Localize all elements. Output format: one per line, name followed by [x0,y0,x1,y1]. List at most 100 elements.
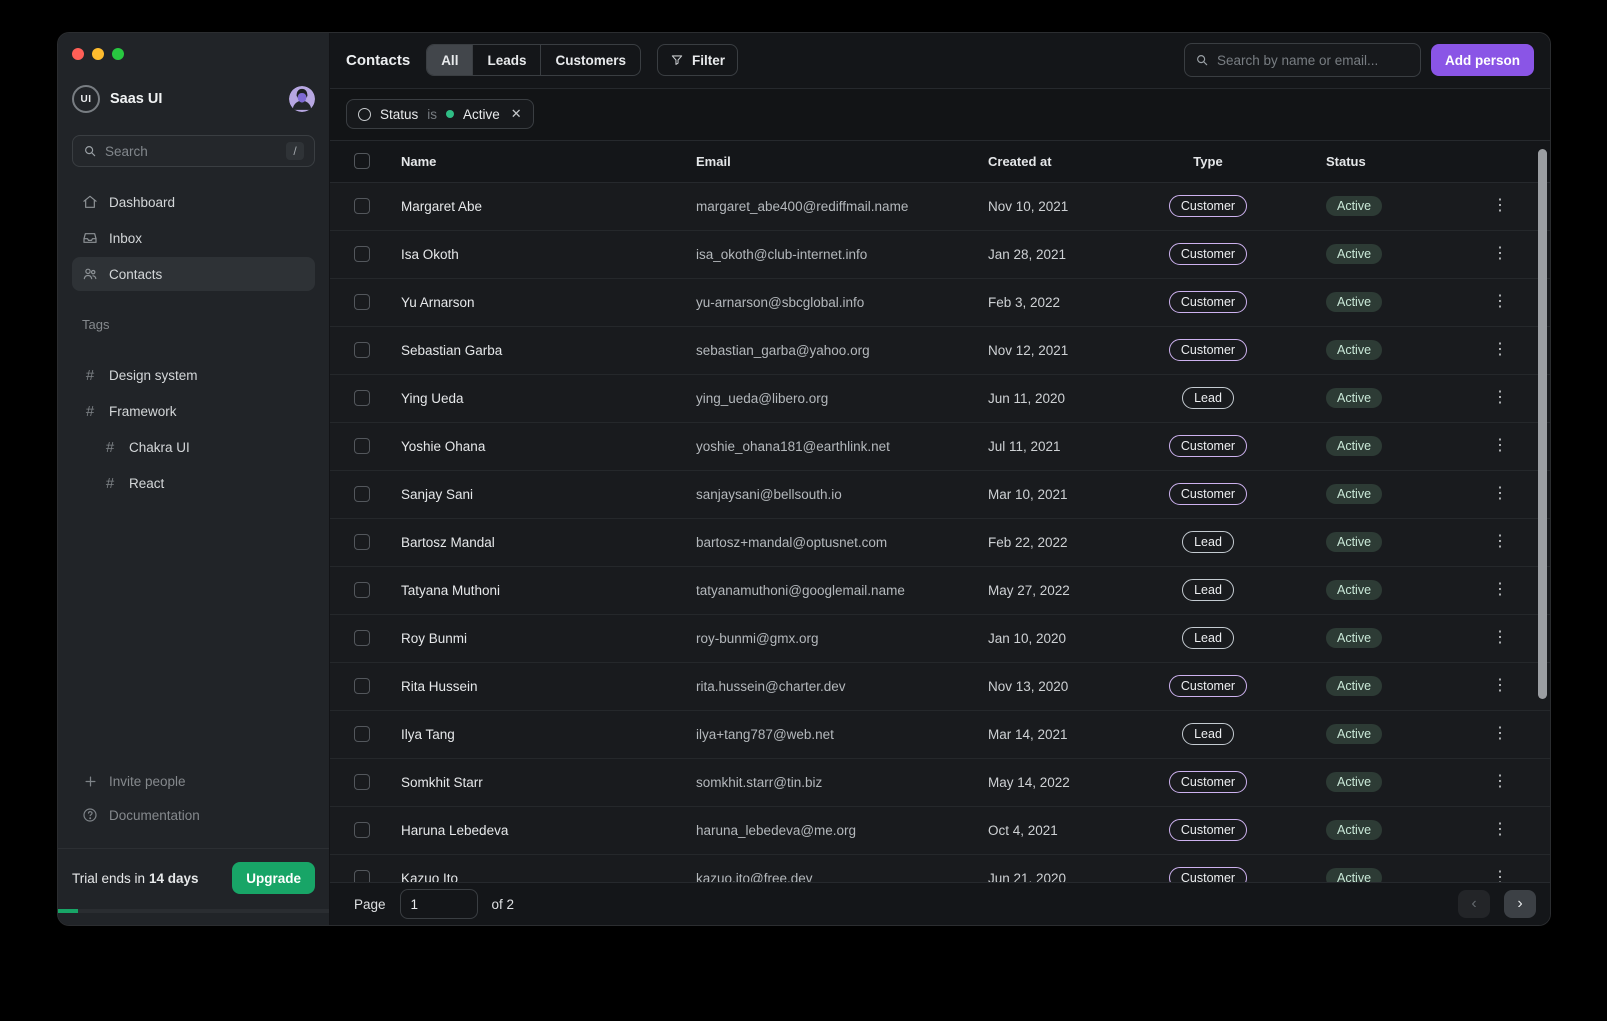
filter-button-label: Filter [692,53,725,68]
row-actions-kebab-icon[interactable]: ⋮ [1492,486,1508,502]
row-checkbox[interactable] [354,246,370,262]
tag-item-chakra-ui[interactable]: # Chakra UI [72,430,315,464]
row-checkbox[interactable] [354,342,370,358]
workspace-logo: UI [72,85,100,113]
table-row[interactable]: Ilya Tang ilya+tang787@web.net Mar 14, 2… [330,711,1550,759]
sidebar-item-dashboard[interactable]: Dashboard [72,185,315,219]
table-row[interactable]: Kazuo Ito kazuo.ito@free.dev Jun 21, 202… [330,855,1550,882]
column-header-created-at: Created at [988,154,1128,169]
row-actions-kebab-icon[interactable]: ⋮ [1492,390,1508,406]
row-actions-kebab-icon[interactable]: ⋮ [1492,198,1508,214]
previous-page-button[interactable]: ‹ [1458,890,1490,918]
column-header-type: Type [1193,154,1222,169]
row-actions-kebab-icon[interactable]: ⋮ [1492,630,1508,646]
table-row[interactable]: Tatyana Muthoni tatyanamuthoni@googlemai… [330,567,1550,615]
sidebar-item-contacts[interactable]: Contacts [72,257,315,291]
row-actions-kebab-icon[interactable]: ⋮ [1492,534,1508,550]
row-checkbox[interactable] [354,294,370,310]
status-badge: Active [1326,772,1382,792]
row-checkbox[interactable] [354,582,370,598]
trial-banner: Trial ends in 14 days Upgrade [72,849,315,907]
minimize-window-button[interactable] [92,48,104,60]
select-all-checkbox[interactable] [354,153,370,169]
row-actions-kebab-icon[interactable]: ⋮ [1492,870,1508,882]
row-checkbox[interactable] [354,870,370,882]
table-row[interactable]: Bartosz Mandal bartosz+mandal@optusnet.c… [330,519,1550,567]
contacts-search-input[interactable] [1217,53,1410,68]
upgrade-button[interactable]: Upgrade [232,862,315,894]
row-actions-kebab-icon[interactable]: ⋮ [1492,246,1508,262]
sidebar-item-inbox[interactable]: Inbox [72,221,315,255]
table-row[interactable]: Sanjay Sani sanjaysani@bellsouth.io Mar … [330,471,1550,519]
table-scrollbar-thumb[interactable] [1538,149,1547,699]
type-badge: Lead [1182,387,1234,409]
row-checkbox[interactable] [354,438,370,454]
table-row[interactable]: Margaret Abe margaret_abe400@rediffmail.… [330,183,1550,231]
trial-text: Trial ends in 14 days [72,871,199,886]
next-page-button[interactable]: › [1504,890,1536,918]
status-badge: Active [1326,676,1382,696]
contact-created-at: May 14, 2022 [988,775,1128,790]
row-checkbox[interactable] [354,486,370,502]
segment-all[interactable]: All [427,45,473,75]
contacts-toolbar: Contacts All Leads Customers Filter Add … [330,33,1550,89]
row-checkbox[interactable] [354,198,370,214]
contact-name: Somkhit Starr [401,775,696,790]
contact-email: ying_ueda@libero.org [696,391,988,406]
zoom-window-button[interactable] [112,48,124,60]
table-row[interactable]: Ying Ueda ying_ueda@libero.org Jun 11, 2… [330,375,1550,423]
row-actions-kebab-icon[interactable]: ⋮ [1492,774,1508,790]
row-actions-kebab-icon[interactable]: ⋮ [1492,438,1508,454]
close-window-button[interactable] [72,48,84,60]
row-actions-kebab-icon[interactable]: ⋮ [1492,582,1508,598]
hash-icon: # [82,367,98,384]
row-checkbox[interactable] [354,822,370,838]
table-header: Name Email Created at Type Status [330,141,1550,183]
contact-name: Roy Bunmi [401,631,696,646]
table-row[interactable]: Sebastian Garba sebastian_garba@yahoo.or… [330,327,1550,375]
table-row[interactable]: Haruna Lebedeva haruna_lebedeva@me.org O… [330,807,1550,855]
documentation-link[interactable]: Documentation [72,798,315,832]
row-checkbox[interactable] [354,630,370,646]
row-actions-kebab-icon[interactable]: ⋮ [1492,822,1508,838]
invite-people-link[interactable]: Invite people [72,764,315,798]
table-row[interactable]: Yu Arnarson yu-arnarson@sbcglobal.info F… [330,279,1550,327]
row-actions-kebab-icon[interactable]: ⋮ [1492,726,1508,742]
status-filter-chip[interactable]: Status is Active ✕ [346,99,534,129]
add-person-button[interactable]: Add person [1431,44,1534,76]
contact-name: Yoshie Ohana [401,439,696,454]
row-checkbox[interactable] [354,774,370,790]
type-badge: Lead [1182,723,1234,745]
tag-item-framework[interactable]: # Framework [72,394,315,428]
page-number-input[interactable] [400,889,478,919]
tag-item-design-system[interactable]: # Design system [72,358,315,392]
search-icon [83,144,97,158]
table-row[interactable]: Somkhit Starr somkhit.starr@tin.biz May … [330,759,1550,807]
sidebar-search: / [72,135,315,167]
status-badge: Active [1326,628,1382,648]
row-checkbox[interactable] [354,534,370,550]
user-avatar[interactable] [289,86,315,112]
contact-created-at: Jul 11, 2021 [988,439,1128,454]
sidebar-search-input[interactable] [105,144,278,159]
filter-button[interactable]: Filter [657,44,738,76]
table-row[interactable]: Roy Bunmi roy-bunmi@gmx.org Jan 10, 2020… [330,615,1550,663]
segment-leads[interactable]: Leads [473,45,541,75]
row-checkbox[interactable] [354,390,370,406]
segment-customers[interactable]: Customers [541,45,640,75]
search-icon [1195,53,1209,67]
row-checkbox[interactable] [354,726,370,742]
table-row[interactable]: Isa Okoth isa_okoth@club-internet.info J… [330,231,1550,279]
remove-filter-icon[interactable]: ✕ [511,106,522,122]
row-actions-kebab-icon[interactable]: ⋮ [1492,678,1508,694]
contact-created-at: May 27, 2022 [988,583,1128,598]
active-filters-bar: Status is Active ✕ [330,89,1550,141]
tag-item-react[interactable]: # React [72,466,315,500]
sidebar-item-label: Contacts [109,267,162,282]
table-row[interactable]: Rita Hussein rita.hussein@charter.dev No… [330,663,1550,711]
row-actions-kebab-icon[interactable]: ⋮ [1492,294,1508,310]
hash-icon: # [82,403,98,420]
row-checkbox[interactable] [354,678,370,694]
row-actions-kebab-icon[interactable]: ⋮ [1492,342,1508,358]
table-row[interactable]: Yoshie Ohana yoshie_ohana181@earthlink.n… [330,423,1550,471]
